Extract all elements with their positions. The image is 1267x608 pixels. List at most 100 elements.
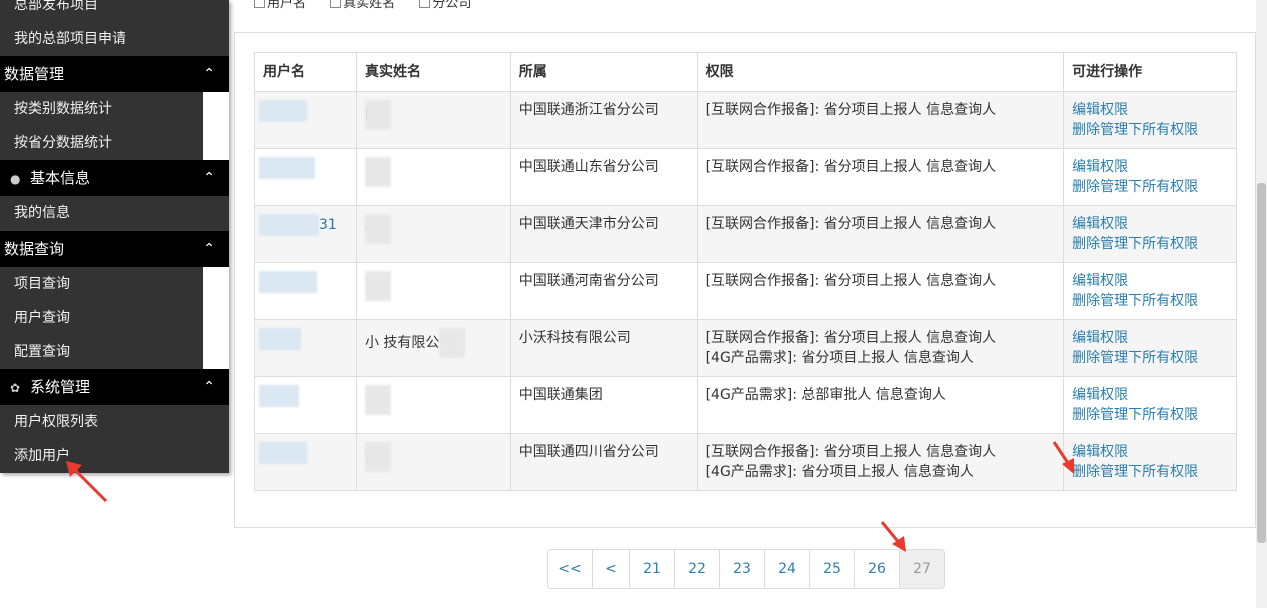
edit-permission-link[interactable]: 编辑权限: [1072, 328, 1228, 348]
sidebar-item-label: 总部发布项目: [14, 0, 98, 13]
checkbox-icon[interactable]: [330, 0, 342, 8]
section-basic-info[interactable]: ● 基本信息 ⌃: [0, 160, 229, 196]
edit-permission-link[interactable]: 编辑权限: [1072, 157, 1228, 177]
sidebar-item-my-info[interactable]: 我的信息: [0, 196, 229, 230]
filter-username[interactable]: 用户名: [254, 0, 316, 11]
table-row: 许 中国联通集团 [4G产品需求]: 总部审批人 信息查询人 编辑权限 删除管理…: [254, 376, 1237, 434]
permission-text: [4G产品需求]: 省分项目上报人 信息查询人: [705, 464, 974, 480]
page-scrollbar[interactable]: [1256, 0, 1267, 608]
sidebar-item-config-query[interactable]: 配置查询: [0, 335, 203, 369]
section-label: 数据管理: [4, 65, 65, 83]
sidebar-gap: [203, 267, 229, 369]
redacted-username: [259, 157, 315, 179]
sidebar-item-label: 按省分数据统计: [14, 135, 112, 151]
page-button[interactable]: 24: [765, 550, 810, 588]
delete-all-permissions-link[interactable]: 删除管理下所有权限: [1072, 405, 1228, 425]
cell-actions: 编辑权限 删除管理下所有权限: [1063, 262, 1237, 320]
sidebar-item-user-query[interactable]: 用户查询: [0, 301, 203, 335]
permission-text: [4G产品需求]: 省分项目上报人 信息查询人: [705, 350, 974, 366]
redacted-realname: [364, 157, 391, 187]
filter-realname[interactable]: 真实姓名: [330, 0, 405, 11]
cell-username: [254, 91, 357, 149]
cell-realname: 苑: [355, 205, 511, 263]
cell-permissions: [4G产品需求]: 总部审批人 信息查询人: [696, 376, 1065, 434]
column-header-actions: 可进行操作: [1063, 52, 1237, 92]
permission-text: [互联网合作报备]: 省分项目上报人 信息查询人: [705, 330, 997, 346]
sidebar-item-project-query[interactable]: 项目查询: [0, 267, 203, 301]
edit-permission-link[interactable]: 编辑权限: [1072, 271, 1228, 291]
delete-all-permissions-link[interactable]: 删除管理下所有权限: [1072, 348, 1228, 368]
cell-username: [254, 433, 357, 491]
permission-text: [互联网合作报备]: 省分项目上报人 信息查询人: [705, 102, 997, 118]
sidebar-item-stats-by-province[interactable]: 按省分数据统计: [0, 126, 203, 160]
section-data-management[interactable]: 数据管理 ⌃: [0, 56, 229, 92]
table-row: 郭 中国联通河南省分公司 [互联网合作报备]: 省分项目上报人 信息查询人 编辑…: [254, 262, 1237, 320]
gear-icon: ✿: [10, 381, 21, 395]
page-prev-button[interactable]: <: [593, 550, 630, 588]
delete-all-permissions-link[interactable]: 删除管理下所有权限: [1072, 120, 1228, 140]
cell-realname: 郭: [355, 262, 511, 320]
redacted-username: [259, 385, 299, 407]
edit-permission-link[interactable]: 编辑权限: [1072, 385, 1228, 405]
section-system-management[interactable]: ✿ 系统管理 ⌃: [0, 369, 229, 405]
edit-permission-link[interactable]: 编辑权限: [1072, 442, 1228, 462]
cell-actions: 编辑权限 删除管理下所有权限: [1063, 148, 1237, 206]
delete-all-permissions-link[interactable]: 删除管理下所有权限: [1072, 177, 1228, 197]
sidebar-item-user-permission-list[interactable]: 用户权限列表: [0, 405, 229, 439]
annotation-arrow-icon: [880, 521, 906, 552]
column-header-username: 用户名: [254, 52, 357, 92]
page-button[interactable]: 22: [675, 550, 720, 588]
table-row: 刍 中国联通山东省分公司 [互联网合作报备]: 省分项目上报人 信息查询人 编辑…: [254, 148, 1237, 206]
column-header-realname: 真实姓名: [355, 52, 511, 92]
edit-permission-link[interactable]: 编辑权限: [1072, 214, 1228, 234]
user-icon: ●: [10, 172, 21, 186]
delete-all-permissions-link[interactable]: 删除管理下所有权限: [1072, 234, 1228, 254]
scrollbar-thumb[interactable]: [1257, 183, 1266, 543]
cell-org: 中国联通四川省分公司: [509, 433, 698, 491]
sidebar-item-hq-projects[interactable]: 总部发布项目: [0, 0, 203, 22]
section-data-query[interactable]: 数据查询 ⌃: [0, 231, 229, 267]
page-button[interactable]: 23: [720, 550, 765, 588]
table-row: 陆 中国联通浙江省分公司 [互联网合作报备]: 省分项目上报人 信息查询人 编辑…: [254, 91, 1237, 149]
permission-text: [4G产品需求]: 总部审批人 信息查询人: [705, 387, 946, 403]
cell-actions: 编辑权限 删除管理下所有权限: [1063, 376, 1237, 434]
cell-username: [254, 148, 357, 206]
redacted-realname: [364, 385, 391, 415]
section-label: 基本信息: [30, 169, 91, 187]
sidebar-item-label: 用户查询: [14, 310, 70, 326]
sidebar-item-add-user[interactable]: 添加用户: [0, 439, 229, 473]
permission-text: [互联网合作报备]: 省分项目上报人 信息查询人: [705, 273, 997, 289]
chevron-up-icon: ⌃: [203, 170, 215, 186]
cell-permissions: [互联网合作报备]: 省分项目上报人 信息查询人: [696, 148, 1065, 206]
filter-branch[interactable]: 分公司: [419, 0, 481, 11]
section-label: 数据查询: [4, 240, 65, 258]
cell-realname: 陆: [355, 91, 511, 149]
cell-realname: 刍: [355, 148, 511, 206]
cell-org: 中国联通山东省分公司: [509, 148, 698, 206]
filter-label: 真实姓名: [343, 0, 396, 11]
cell-org: 小沃科技有限公司: [509, 319, 698, 377]
sidebar-item-my-hq-applications[interactable]: 我的总部项目申请: [0, 22, 203, 56]
page-button[interactable]: 25: [810, 550, 855, 588]
username-link[interactable]: 31: [319, 217, 337, 233]
delete-all-permissions-link[interactable]: 删除管理下所有权限: [1072, 291, 1228, 311]
edit-permission-link[interactable]: 编辑权限: [1072, 100, 1228, 120]
user-permission-panel: 用户名 真实姓名 所属 权限 可进行操作 陆 中国联通浙江省分公司 [互联网合作…: [234, 32, 1256, 528]
table-row: 31 苑 中国联通天津市分公司 [互联网合作报备]: 省分项目上报人 信息查询人…: [254, 205, 1237, 263]
page-first-button[interactable]: <<: [548, 550, 593, 588]
cell-permissions: [互联网合作报备]: 省分项目上报人 信息查询人 [4G产品需求]: 省分项目上报…: [696, 319, 1065, 377]
section-label: 系统管理: [30, 378, 91, 396]
cell-actions: 编辑权限 删除管理下所有权限: [1063, 319, 1237, 377]
cell-permissions: [互联网合作报备]: 省分项目上报人 信息查询人: [696, 205, 1065, 263]
checkbox-icon[interactable]: [419, 0, 431, 8]
cell-org: 中国联通浙江省分公司: [509, 91, 698, 149]
checkbox-icon[interactable]: [254, 0, 265, 8]
cell-actions: 编辑权限 删除管理下所有权限: [1063, 433, 1237, 491]
cell-org: 中国联通河南省分公司: [509, 262, 698, 320]
sidebar-item-stats-by-category[interactable]: 按类别数据统计: [0, 92, 203, 126]
page-button[interactable]: 21: [630, 550, 675, 588]
redacted-realname: [364, 442, 391, 472]
delete-all-permissions-link[interactable]: 删除管理下所有权限: [1072, 462, 1228, 482]
cell-realname: 许: [355, 376, 511, 434]
cell-username: [254, 262, 357, 320]
